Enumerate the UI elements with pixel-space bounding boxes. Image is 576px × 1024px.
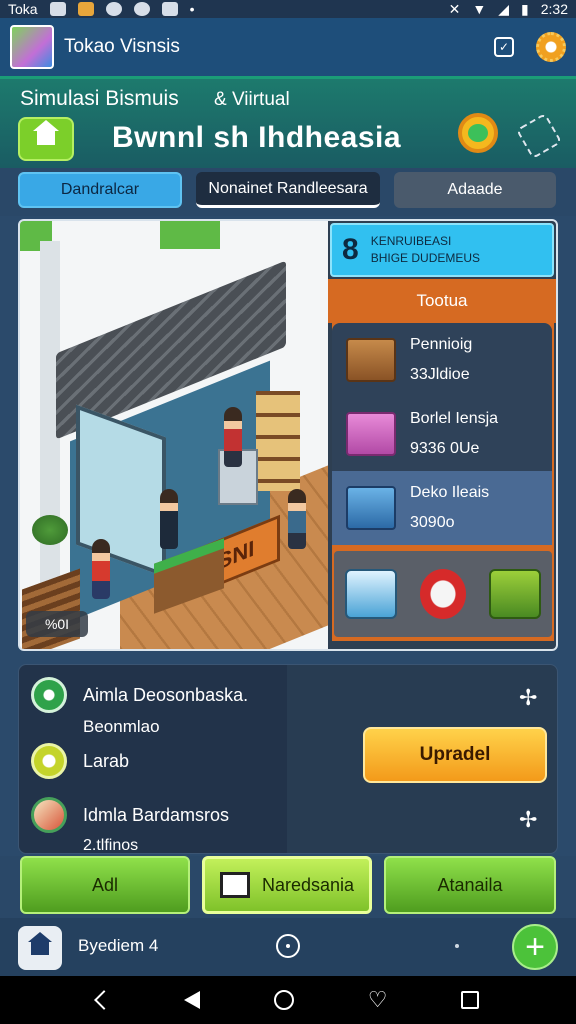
delivery-box-icon[interactable] <box>488 569 541 619</box>
dot-icon: • <box>189 1 195 17</box>
sparkle-icon[interactable]: ✢ <box>519 685 537 711</box>
dot-icon <box>455 944 459 948</box>
checkbox-icon[interactable]: ✓ <box>494 37 514 57</box>
app-bar: Tokao Visnsis ✓ <box>0 18 576 76</box>
circle-icon <box>133 2 150 16</box>
stat-sublabel: Beonmlao <box>83 717 160 736</box>
mute-icon: ✕ <box>448 0 461 17</box>
home-icon <box>28 932 52 955</box>
side-panel: 8 KENRUIBEASI BHIGE DUDEMEUS Tootua Penn… <box>328 221 556 649</box>
stats-panel: Aimla Deosonbaska. Beonmlao Larab Idmla … <box>18 664 558 854</box>
system-nav-bar: ♡ <box>0 976 576 1024</box>
chef-icon[interactable] <box>419 569 466 619</box>
item-name: Deko Ileais <box>410 484 490 501</box>
shelf <box>256 391 300 491</box>
stat-sublabel: 2.tlfinos <box>83 837 139 854</box>
manage-button-label: Naredsania <box>261 874 355 895</box>
app-title: Tokao Visnsis <box>64 36 180 57</box>
tab-dandralcar[interactable]: Dandralcar <box>18 172 182 208</box>
clock: 2:32 <box>540 1 568 17</box>
customer <box>92 539 110 599</box>
notification-icon <box>77 2 94 16</box>
item-price: 9336 0Ue <box>410 440 480 457</box>
heart-outline-icon[interactable]: ♡ <box>368 989 388 1011</box>
tab-adaade[interactable]: Adaade <box>394 172 556 208</box>
home-icon <box>33 120 59 148</box>
check-circle-icon <box>31 677 67 713</box>
wall-decoration <box>160 221 220 249</box>
store-scene: BISNI %0I 8 KENRUIBEASI BHIGE DUDEMEUS T… <box>18 219 558 651</box>
shop-item[interactable]: Borlel Iensja 9336 0Ue <box>332 397 552 471</box>
mail-icon <box>49 2 66 16</box>
tab-bar: Dandralcar Nonainet Randleesara Adaade <box>0 168 576 216</box>
item-price: 3090o <box>410 514 455 531</box>
manage-button[interactable]: Naredsania <box>202 856 372 914</box>
pencil-icon <box>31 797 67 833</box>
action-bar: Adl Naredsania Atanaila <box>0 856 576 918</box>
monitor-icon <box>219 872 250 898</box>
alarm-clock-icon[interactable] <box>458 113 498 153</box>
home-circle-icon[interactable] <box>274 990 295 1010</box>
banner-line-2: BHIGE DUDEMEUS <box>370 251 481 265</box>
stat-label: Idmla Bardamsros <box>83 804 230 825</box>
item-tray <box>332 549 554 639</box>
shop-item[interactable]: Pennioig 33Jldioe <box>332 323 552 397</box>
shop-item-selected[interactable]: Deko Ileais 3090o <box>332 471 552 545</box>
plant <box>32 515 68 545</box>
app-icon <box>161 2 178 16</box>
broom-icon[interactable] <box>515 112 563 160</box>
page-title: Bwnnl sh Ihdheasia <box>112 121 402 154</box>
package-icon[interactable] <box>345 569 398 619</box>
shopping-cart-icon <box>346 486 396 530</box>
sync-icon <box>105 2 122 16</box>
status-bar: Toka • ✕ ▼ ◢ ▮ 2:32 <box>0 0 576 18</box>
category-header: Tootua <box>328 279 556 323</box>
game-header: Simulasi Bismuis & Viirtual Bwnnl sh Ihd… <box>0 76 576 168</box>
header-subtitle-tag: & Viirtual <box>214 89 290 110</box>
banner-line-1: KENRUIBEASI <box>370 234 452 248</box>
gift-box-icon <box>346 412 396 456</box>
customer <box>288 489 306 549</box>
target-icon[interactable] <box>276 934 300 958</box>
back-icon[interactable] <box>93 990 114 1010</box>
recents-icon[interactable] <box>461 991 480 1009</box>
tab-nonainet[interactable]: Nonainet Randleesara <box>196 172 380 208</box>
app-logo <box>10 25 54 69</box>
plus-button[interactable]: + <box>512 924 558 970</box>
other-button[interactable]: Atanaila <box>384 856 556 914</box>
bottom-nav: Byediem 4 + <box>0 918 576 976</box>
item-name: Pennioig <box>410 336 473 353</box>
add-button[interactable]: Adl <box>20 856 190 914</box>
shopkeeper <box>160 489 178 549</box>
battery-icon: ▮ <box>521 0 529 17</box>
stat-label: Aimla Deosonbaska. <box>83 684 249 705</box>
heart-icon <box>31 743 67 779</box>
nav-home-button[interactable] <box>18 926 62 970</box>
crate-icon <box>346 338 396 382</box>
item-price: 33Jldioe <box>410 366 470 383</box>
item-name: Borlel Iensja <box>410 410 499 427</box>
sparkle-icon[interactable]: ✢ <box>519 807 537 833</box>
home-button[interactable] <box>18 117 74 161</box>
stat-label: Larab <box>83 750 130 771</box>
app-name-label: Toka <box>8 1 38 17</box>
level-banner: 8 KENRUIBEASI BHIGE DUDEMEUS <box>330 223 554 277</box>
scene-badge: %0I <box>26 611 88 637</box>
signal-icon: ◢ <box>498 0 510 17</box>
level-number: 8 <box>342 233 359 266</box>
wifi-icon: ▼ <box>472 1 487 17</box>
header-subtitle: Simulasi Bismuis <box>20 87 179 110</box>
store-illustration[interactable]: BISNI %0I <box>20 221 330 649</box>
customer <box>224 407 242 467</box>
upgrade-button[interactable]: Upradel <box>363 727 547 783</box>
gear-icon[interactable] <box>536 32 566 62</box>
nav-label: Byediem 4 <box>78 936 159 955</box>
triangle-back-icon[interactable] <box>184 991 201 1009</box>
